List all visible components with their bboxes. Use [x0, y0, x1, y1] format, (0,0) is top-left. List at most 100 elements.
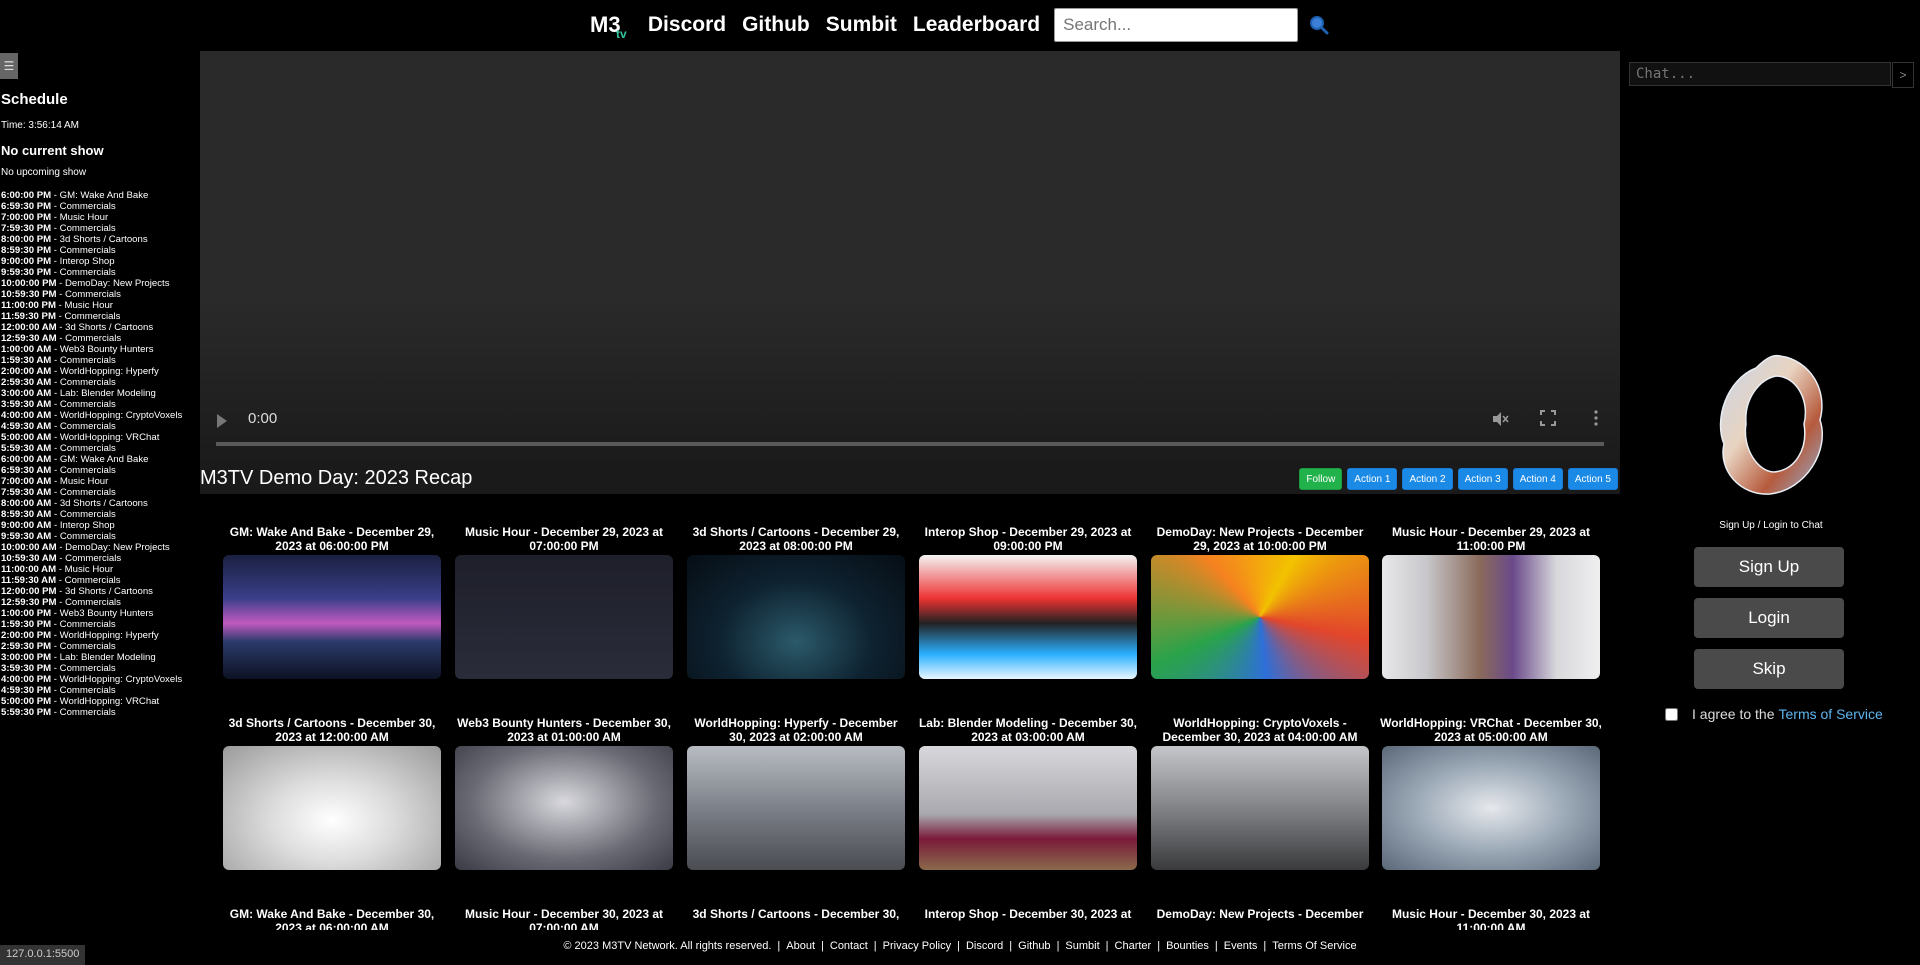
- episode-card[interactable]: DemoDay: New Projects - December 29, 202…: [1149, 525, 1371, 679]
- footer-link[interactable]: About: [786, 940, 815, 952]
- status-url: 127.0.0.1:5500: [0, 945, 86, 965]
- episode-card[interactable]: Music Hour - December 30, 2023 at 11:00:…: [1380, 907, 1602, 930]
- footer-separator: |: [957, 940, 960, 952]
- agree-checkbox[interactable]: [1665, 707, 1678, 721]
- sign-up-button[interactable]: Sign Up: [1694, 547, 1844, 587]
- terms-link[interactable]: Terms of Service: [1779, 706, 1883, 722]
- episode-title: Web3 Bounty Hunters - December 30, 2023 …: [457, 716, 671, 744]
- schedule-item-time: 9:00:00 PM: [1, 256, 52, 267]
- footer-link[interactable]: Bounties: [1166, 940, 1209, 952]
- schedule-item: 7:59:30 AM - Commercials: [1, 487, 182, 498]
- footer-link[interactable]: Events: [1224, 940, 1258, 952]
- action-4-button[interactable]: Action 4: [1512, 468, 1563, 490]
- footer-link[interactable]: Discord: [966, 940, 1003, 952]
- footer-separator: |: [777, 940, 781, 952]
- episode-card[interactable]: GM: Wake And Bake - December 30, 2023 at…: [221, 907, 443, 930]
- footer-separator: |: [1263, 940, 1267, 952]
- schedule-item-show: - WorldHopping: CryptoVoxels: [51, 410, 183, 421]
- episode-title: WorldHopping: Hyperfy - December 30, 202…: [694, 716, 898, 744]
- nav-discord[interactable]: Discord: [648, 13, 726, 37]
- action-5-button[interactable]: Action 5: [1567, 468, 1618, 490]
- footer-link[interactable]: Sumbit: [1065, 940, 1099, 952]
- episode-card[interactable]: WorldHopping: VRChat - December 30, 2023…: [1380, 716, 1602, 870]
- episode-thumbnail[interactable]: [1151, 746, 1369, 870]
- episode-card[interactable]: Music Hour - December 29, 2023 at 11:00:…: [1380, 525, 1602, 679]
- episode-thumbnail[interactable]: [687, 555, 905, 679]
- footer-link[interactable]: Privacy Policy: [883, 940, 951, 952]
- episode-card[interactable]: Web3 Bounty Hunters - December 30, 2023 …: [453, 716, 675, 870]
- episode-card[interactable]: WorldHopping: Hyperfy - December 30, 202…: [685, 716, 907, 870]
- episode-card[interactable]: 3d Shorts / Cartoons - December 29, 2023…: [685, 525, 907, 679]
- schedule-item: 5:00:00 PM - WorldHopping: VRChat: [1, 696, 182, 707]
- nav-github[interactable]: Github: [742, 13, 810, 37]
- episode-thumbnail[interactable]: [919, 746, 1137, 870]
- follow-button[interactable]: Follow: [1299, 468, 1343, 490]
- schedule-item-show: - Commercials: [51, 707, 116, 718]
- schedule-item-show: - 3d Shorts / Cartoons: [51, 234, 148, 245]
- schedule-item-time: 3:00:00 PM: [1, 652, 52, 663]
- episode-thumbnail[interactable]: [1151, 555, 1369, 679]
- footer-link[interactable]: Github: [1018, 940, 1050, 952]
- schedule-item: 3:59:30 AM - Commercials: [1, 399, 182, 410]
- episode-title: GM: Wake And Bake - December 29, 2023 at…: [229, 525, 435, 553]
- action-2-button[interactable]: Action 2: [1402, 468, 1453, 490]
- schedule-item-time: 7:59:30 PM: [1, 223, 52, 234]
- episode-thumbnail[interactable]: [919, 555, 1137, 679]
- episode-thumbnail[interactable]: [223, 555, 441, 679]
- schedule-item-show: - Lab: Blender Modeling: [51, 388, 156, 399]
- episode-card[interactable]: GM: Wake And Bake - December 29, 2023 at…: [221, 525, 443, 679]
- episode-card[interactable]: Music Hour - December 30, 2023 at 07:00:…: [453, 907, 675, 930]
- nav-sumbit[interactable]: Sumbit: [826, 13, 897, 37]
- schedule-item: 4:00:00 AM - WorldHopping: CryptoVoxels: [1, 410, 182, 421]
- chat-send-button[interactable]: >: [1892, 62, 1914, 88]
- episode-card[interactable]: 3d Shorts / Cartoons - December 30, 2023…: [221, 716, 443, 870]
- episode-title: Music Hour - December 29, 2023 at 07:00:…: [464, 525, 664, 553]
- action-1-button[interactable]: Action 1: [1347, 468, 1398, 490]
- play-icon[interactable]: [217, 414, 227, 428]
- schedule-item-time: 5:59:30 AM: [1, 443, 52, 454]
- footer-link[interactable]: Contact: [830, 940, 868, 952]
- episode-thumbnail[interactable]: [455, 746, 673, 870]
- footer-link[interactable]: Terms Of Service: [1272, 940, 1356, 952]
- footer-link[interactable]: Charter: [1115, 940, 1152, 952]
- menu-toggle-icon[interactable]: ☰: [0, 53, 18, 79]
- schedule-item-time: 1:00:00 AM: [1, 344, 52, 355]
- search-input[interactable]: [1054, 8, 1299, 42]
- video-progress-bar[interactable]: [216, 442, 1604, 446]
- m3tv-logo[interactable]: M3 tv: [590, 10, 630, 40]
- episode-thumbnail[interactable]: [455, 555, 673, 679]
- episode-card[interactable]: 3d Shorts / Cartoons - December 30,: [685, 907, 907, 930]
- schedule-item-time: 8:59:30 AM: [1, 509, 52, 520]
- login-button[interactable]: Login: [1694, 598, 1844, 638]
- episode-card[interactable]: Music Hour - December 29, 2023 at 07:00:…: [453, 525, 675, 679]
- video-player[interactable]: 0:00: [200, 51, 1620, 462]
- chat-input[interactable]: [1629, 62, 1891, 86]
- episode-title: GM: Wake And Bake - December 30, 2023 at…: [229, 907, 435, 930]
- episode-thumbnail[interactable]: [223, 746, 441, 870]
- episode-card[interactable]: WorldHopping: CryptoVoxels - December 30…: [1149, 716, 1371, 870]
- schedule-item-time: 9:59:30 AM: [1, 531, 52, 542]
- mute-icon[interactable]: [1490, 410, 1510, 430]
- episode-card[interactable]: DemoDay: New Projects - December: [1149, 907, 1371, 930]
- episode-thumbnail[interactable]: [1382, 555, 1600, 679]
- schedule-item-show: - Commercials: [51, 201, 116, 212]
- schedule-item-time: 1:59:30 PM: [1, 619, 52, 630]
- episode-card[interactable]: Lab: Blender Modeling - December 30, 202…: [917, 716, 1139, 870]
- schedule-item-show: - Commercials: [51, 377, 116, 388]
- top-nav: M3 tv Discord Github Sumbit Leaderboard: [0, 0, 1920, 50]
- nav-leaderboard[interactable]: Leaderboard: [913, 13, 1040, 37]
- episode-thumbnail[interactable]: [1382, 746, 1600, 870]
- episode-card[interactable]: Interop Shop - December 30, 2023 at: [917, 907, 1139, 930]
- more-options-icon[interactable]: [1586, 410, 1606, 430]
- episode-grid: GM: Wake And Bake - December 29, 2023 at…: [200, 525, 1620, 930]
- skip-button[interactable]: Skip: [1694, 649, 1844, 689]
- fullscreen-icon[interactable]: [1538, 410, 1558, 430]
- episode-card[interactable]: Interop Shop - December 29, 2023 at 09:0…: [917, 525, 1139, 679]
- search-icon[interactable]: [1308, 14, 1330, 36]
- footer: © 2023 M3TV Network. All rights reserved…: [0, 940, 1920, 965]
- action-3-button[interactable]: Action 3: [1457, 468, 1508, 490]
- schedule-item-time: 7:59:30 AM: [1, 487, 52, 498]
- episode-thumbnail[interactable]: [687, 746, 905, 870]
- schedule-item: 2:00:00 AM - WorldHopping: Hyperfy: [1, 366, 182, 377]
- schedule-item-show: - Commercials: [51, 245, 116, 256]
